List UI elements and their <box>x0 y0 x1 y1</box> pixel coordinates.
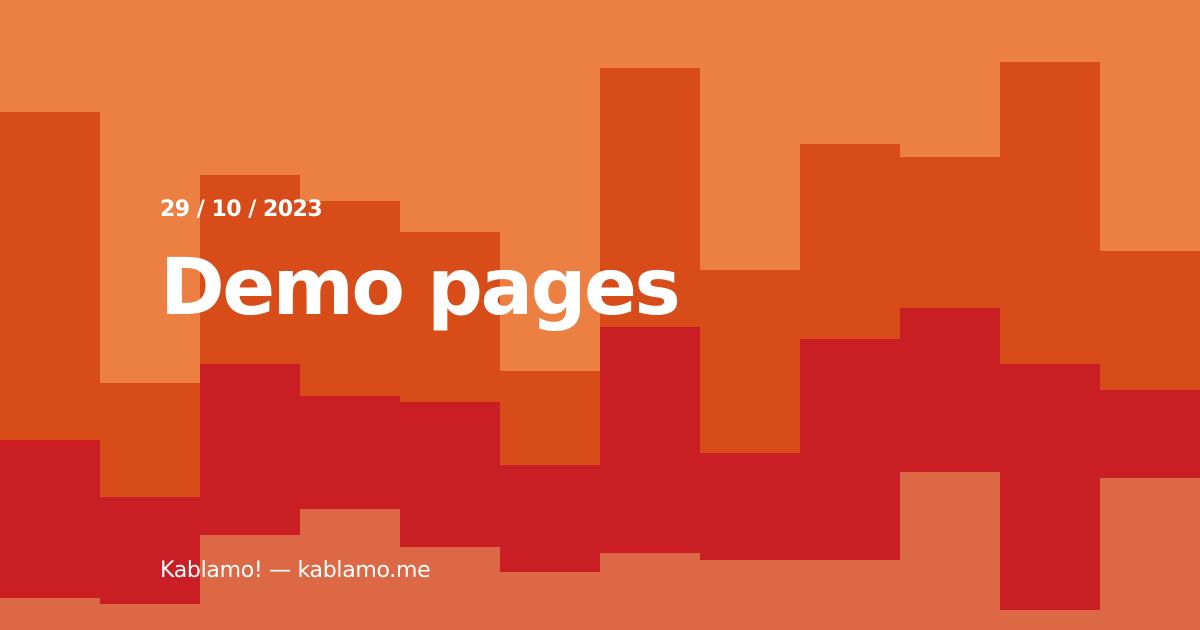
social-card: 29 / 10 / 2023 Demo pages Kablamo! — kab… <box>0 0 1200 630</box>
page-title: Demo pages <box>160 243 681 333</box>
post-date: 29 / 10 / 2023 <box>160 197 323 222</box>
site-credit: Kablamo! — kablamo.me <box>160 558 431 583</box>
